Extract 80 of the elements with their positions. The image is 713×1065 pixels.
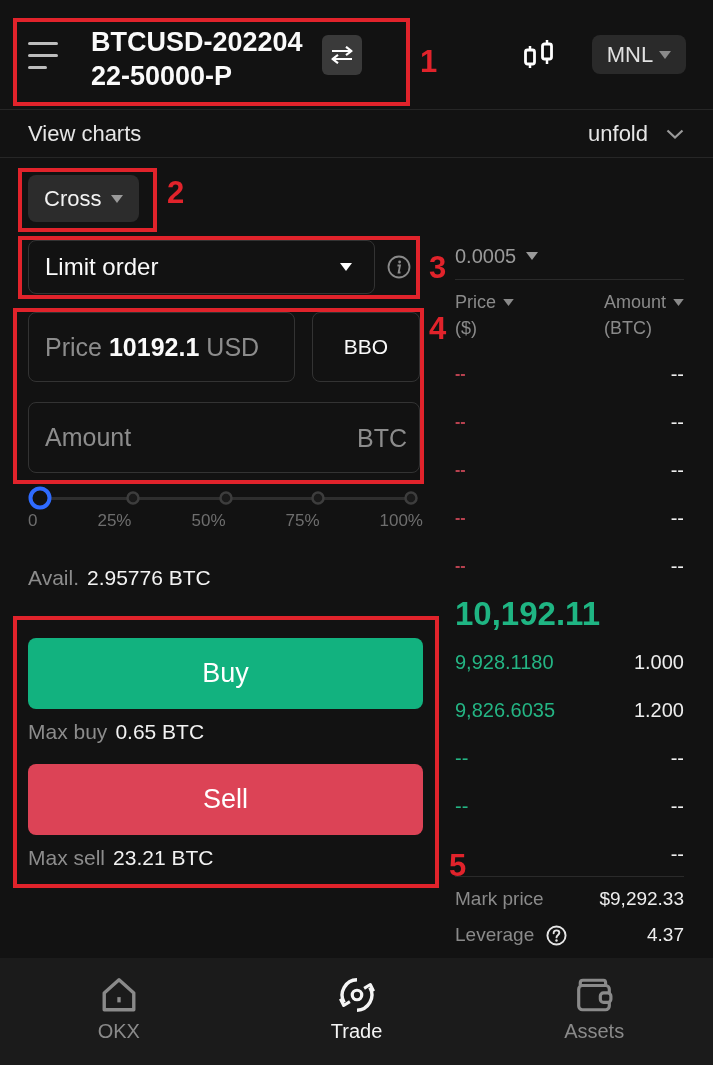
slider-stop-icon [311,491,326,505]
trade-icon [337,976,376,1014]
callout-number: 5 [449,849,467,883]
region-dropdown[interactable]: MNL [592,35,686,74]
slider-label: 25% [97,511,132,531]
slider-thumb[interactable] [28,486,52,510]
unfold-toggle[interactable]: unfold [588,120,684,147]
field-value: 10192.1 [108,332,200,362]
ask-amount: -- [670,506,684,530]
caret-icon [673,298,684,306]
stat-value: 4.37 [647,924,684,946]
stat-label: Mark price [455,888,544,910]
callout-number: 1 [420,45,438,79]
column-header[interactable]: Price [455,289,514,315]
sell-button[interactable]: Sell [28,764,423,835]
callout-number: 4 [429,312,447,346]
nav-tab[interactable]: Assets [475,958,713,1065]
wallet-icon [575,976,614,1014]
ask-price: -- [455,557,466,575]
chevron-down-icon [666,128,684,139]
slider-stop-icon [404,491,418,505]
nav-tab[interactable]: OKX [0,958,238,1065]
instrument-title: BTCUSD-20220422-50000-P [91,25,304,93]
nav-tab[interactable]: Trade [237,958,476,1065]
slider-label: 100% [379,511,423,531]
max-value: 23.21 BTC [113,845,214,871]
ask-amount: -- [670,554,684,578]
margin-mode-dropdown[interactable]: Cross [28,175,140,222]
caret-icon [526,252,539,260]
column-unit: (BTC) [603,317,652,340]
caret-icon [111,194,124,203]
max-label: Max sell [28,845,106,871]
bid-amount: -- [670,746,684,770]
order-type-dropdown[interactable]: Limit order [28,240,375,294]
help-icon[interactable] [546,924,568,946]
callout-number: 3 [429,251,447,285]
callout-number: 2 [167,176,185,210]
slider-stop-icon [125,491,140,505]
max-label: Max buy [28,719,108,745]
slider-stop-icon [218,491,233,505]
field-label: Price [45,332,102,362]
ask-amount: -- [670,458,684,482]
stat-value: $9,292.33 [599,888,684,910]
slider-label: 0 [28,511,38,531]
unit-label: USD [206,332,260,362]
bid-price: -- [455,746,469,770]
column-unit: ($) [455,317,477,340]
caret-icon [340,263,352,271]
available-label: Avail. [28,565,79,591]
price-field[interactable]: Price 10192.1 USD [28,312,295,382]
ask-price: -- [455,365,466,383]
bid-price: -- [455,794,469,818]
caret-icon [503,298,514,306]
ask-price: -- [455,461,466,479]
bid-price: 9,826.6035 [455,698,556,722]
view-charts-link[interactable]: View charts [28,120,142,147]
ask-amount: -- [670,410,684,434]
menu-icon[interactable] [28,40,58,69]
ask-amount: -- [670,362,684,386]
caret-icon [659,50,672,59]
bid-amount: 1.200 [633,698,684,722]
max-value: 0.65 BTC [115,719,205,745]
bid-price: 9,928.1180 [455,650,554,674]
swap-icon [331,45,353,64]
bid-amount: 1.000 [633,650,684,674]
swap-button[interactable] [322,34,362,75]
tick-size-dropdown[interactable]: 0.0005 [455,240,539,272]
info-icon[interactable] [387,255,411,279]
available-value: 2.95776 BTC [87,565,211,591]
bid-amount: -- [670,794,684,818]
slider-label: 50% [191,511,226,531]
bid-amount: -- [670,842,684,866]
column-header[interactable]: Amount [603,289,684,315]
last-price: 10,192.11 [455,595,600,633]
bbo-button[interactable]: BBO [312,312,420,382]
unit-label: BTC [357,422,407,453]
ask-price: -- [455,509,466,527]
slider-label: 75% [285,511,320,531]
stat-label: Leverage [455,924,535,946]
ask-price: -- [455,413,466,431]
